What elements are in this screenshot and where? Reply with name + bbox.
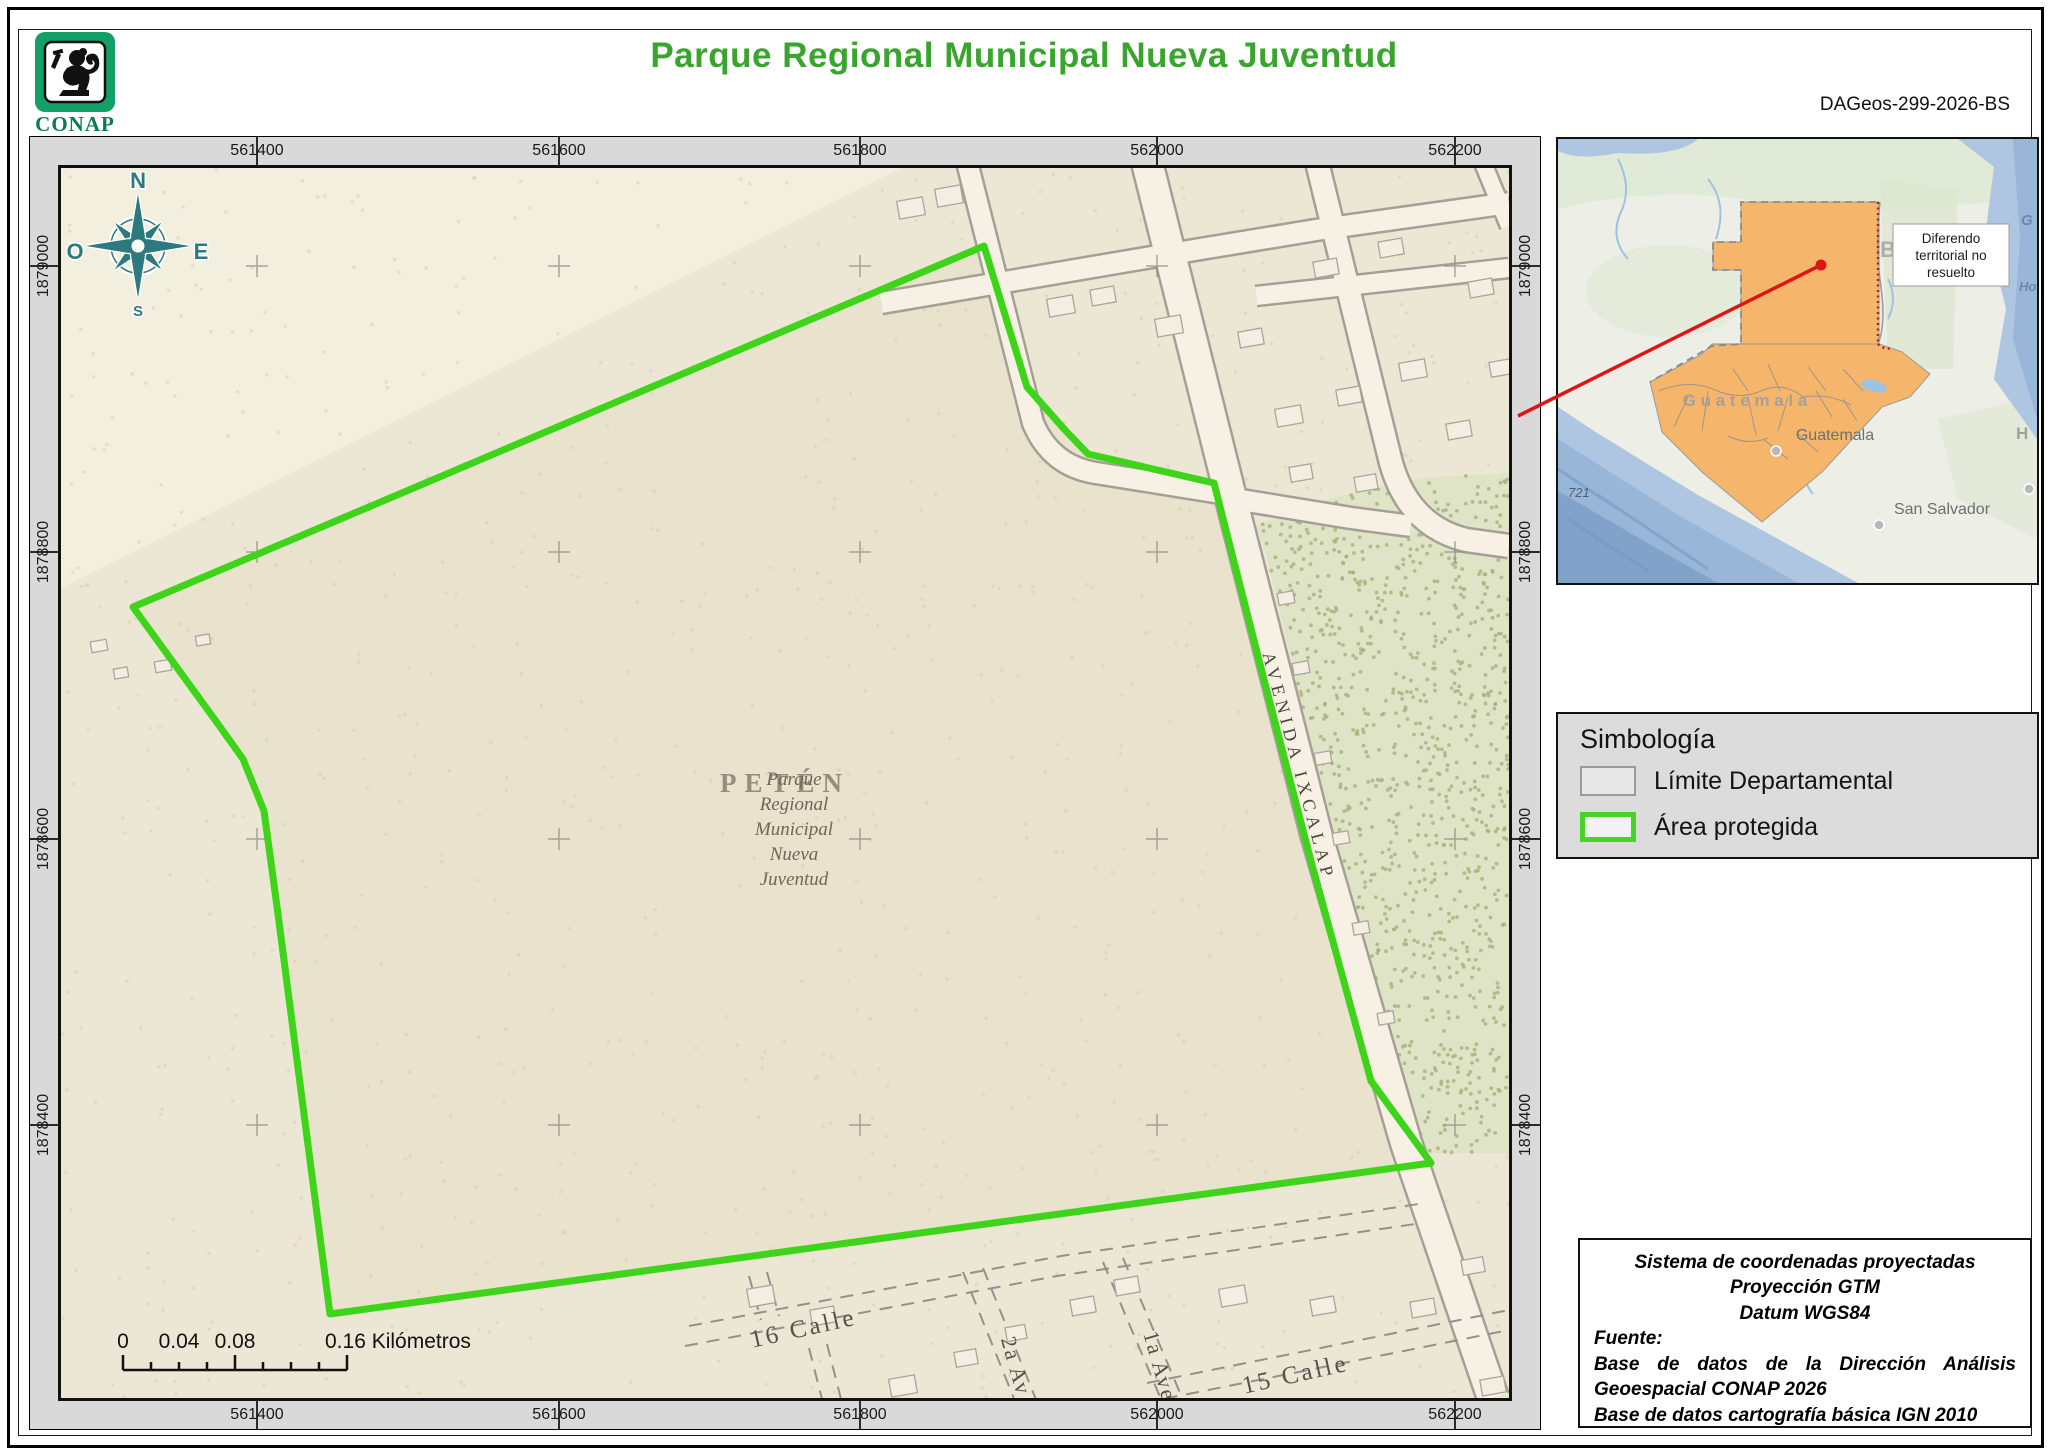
departmental-limit-swatch [1580,766,1636,796]
park-name-line: Regional [759,794,829,815]
legend-item-label: Área protegida [1654,812,1819,841]
crs-line: Sistema de coordenadas proyectadas [1634,1252,1976,1273]
fuente-label: Fuente: [1594,1328,1663,1350]
axis-label: 561400 [230,1406,284,1423]
inset-sea-label-1: G [2021,212,2033,229]
axis-label: 1879000 [35,234,52,298]
axis-label: 1878400 [35,1093,52,1157]
park-name-line: Parque [765,769,821,790]
legend-item-area: Área protegida [1580,810,1818,844]
scale-bar-label: 0.04 [159,1330,200,1353]
protected-area-swatch [1580,812,1636,842]
axis-label: 561600 [532,142,586,159]
axis-label: 562200 [1428,1406,1482,1423]
legend-title: Simbología [1580,724,1716,754]
legend-box: Simbología Límite Departamental Área pro… [1556,712,2039,859]
compass-n: N [130,168,146,193]
inset-depth-label: 721 [1568,485,1590,500]
axis-label: 561400 [230,142,284,159]
axis-label: 1878800 [1517,520,1534,584]
park-name-line: Juventud [760,869,829,890]
main-map-frame: PETÉN Parque Regional Municipal Nueva Ju… [29,136,1541,1430]
compass-e: E [194,239,209,264]
document-code: DAGeos-299-2026-BS [1819,94,2010,115]
axis-label: 1878600 [1517,807,1534,871]
axis-label: 561800 [833,142,887,159]
compass-o: O [66,239,83,264]
scale-bar-label: 0 [117,1330,129,1353]
axis-label: 1879000 [1517,234,1534,298]
map-document-page: CONAP Parque Regional Municipal Nueva Ju… [0,0,2048,1452]
map-info-box: Sistema de coordenadas proyectadas Proye… [1578,1238,2032,1428]
axis-label: 562200 [1428,142,1482,159]
callout-line: territorial no [1915,248,1986,263]
inset-sea-label-2: Hond [2019,279,2037,294]
scale-bar-label: 0.16 Kilómetros [325,1330,471,1353]
callout-line: resuelto [1927,265,1975,280]
axis-label: 562000 [1130,1406,1184,1423]
map-canvas: PETÉN Parque Regional Municipal Nueva Ju… [61,168,1509,1398]
axis-label: 561800 [833,1406,887,1423]
projection-line: Proyección GTM [1730,1277,1880,1299]
axis-label: 562000 [1130,142,1184,159]
main-map: PETÉN Parque Regional Municipal Nueva Ju… [58,165,1512,1401]
inset-country-label: G u a t e m a l a [1683,391,1808,410]
park-name-line: Nueva [769,844,819,865]
page-title: Parque Regional Municipal Nueva Juventud [650,36,1398,75]
compass-s: S [133,303,143,320]
source-line: Base de datos de la Dirección Análisis G… [1594,1353,2016,1401]
axis-label: 1878600 [35,807,52,871]
conap-logo-label: CONAP [35,112,115,136]
legend-item-label: Límite Departamental [1654,766,1894,795]
source-line: Base de datos cartografía básica IGN 201… [1594,1404,1978,1426]
inset-honduras-fragment: H o [2016,424,2037,443]
datum-line: Datum WGS84 [1739,1302,1871,1324]
legend-item-limite: Límite Departamental [1580,764,1893,798]
axis-label: 561600 [532,1406,586,1423]
park-name-line: Municipal [754,819,833,840]
guatemala-city-dot [1770,445,1782,457]
scale-bar-label: 0.08 [215,1330,256,1353]
axis-label: 1878400 [1517,1093,1534,1157]
san-salvador-dot [1873,519,1885,531]
inset-city-label: Guatemala [1796,427,1874,444]
inset-san-salvador-label: San Salvador [1894,501,1991,518]
callout-line: Diferendo [1922,231,1981,246]
axis-label: 1878800 [35,520,52,584]
inset-locator-map: G u a t e m a l a Guatemala San Salvador… [1556,137,2039,585]
